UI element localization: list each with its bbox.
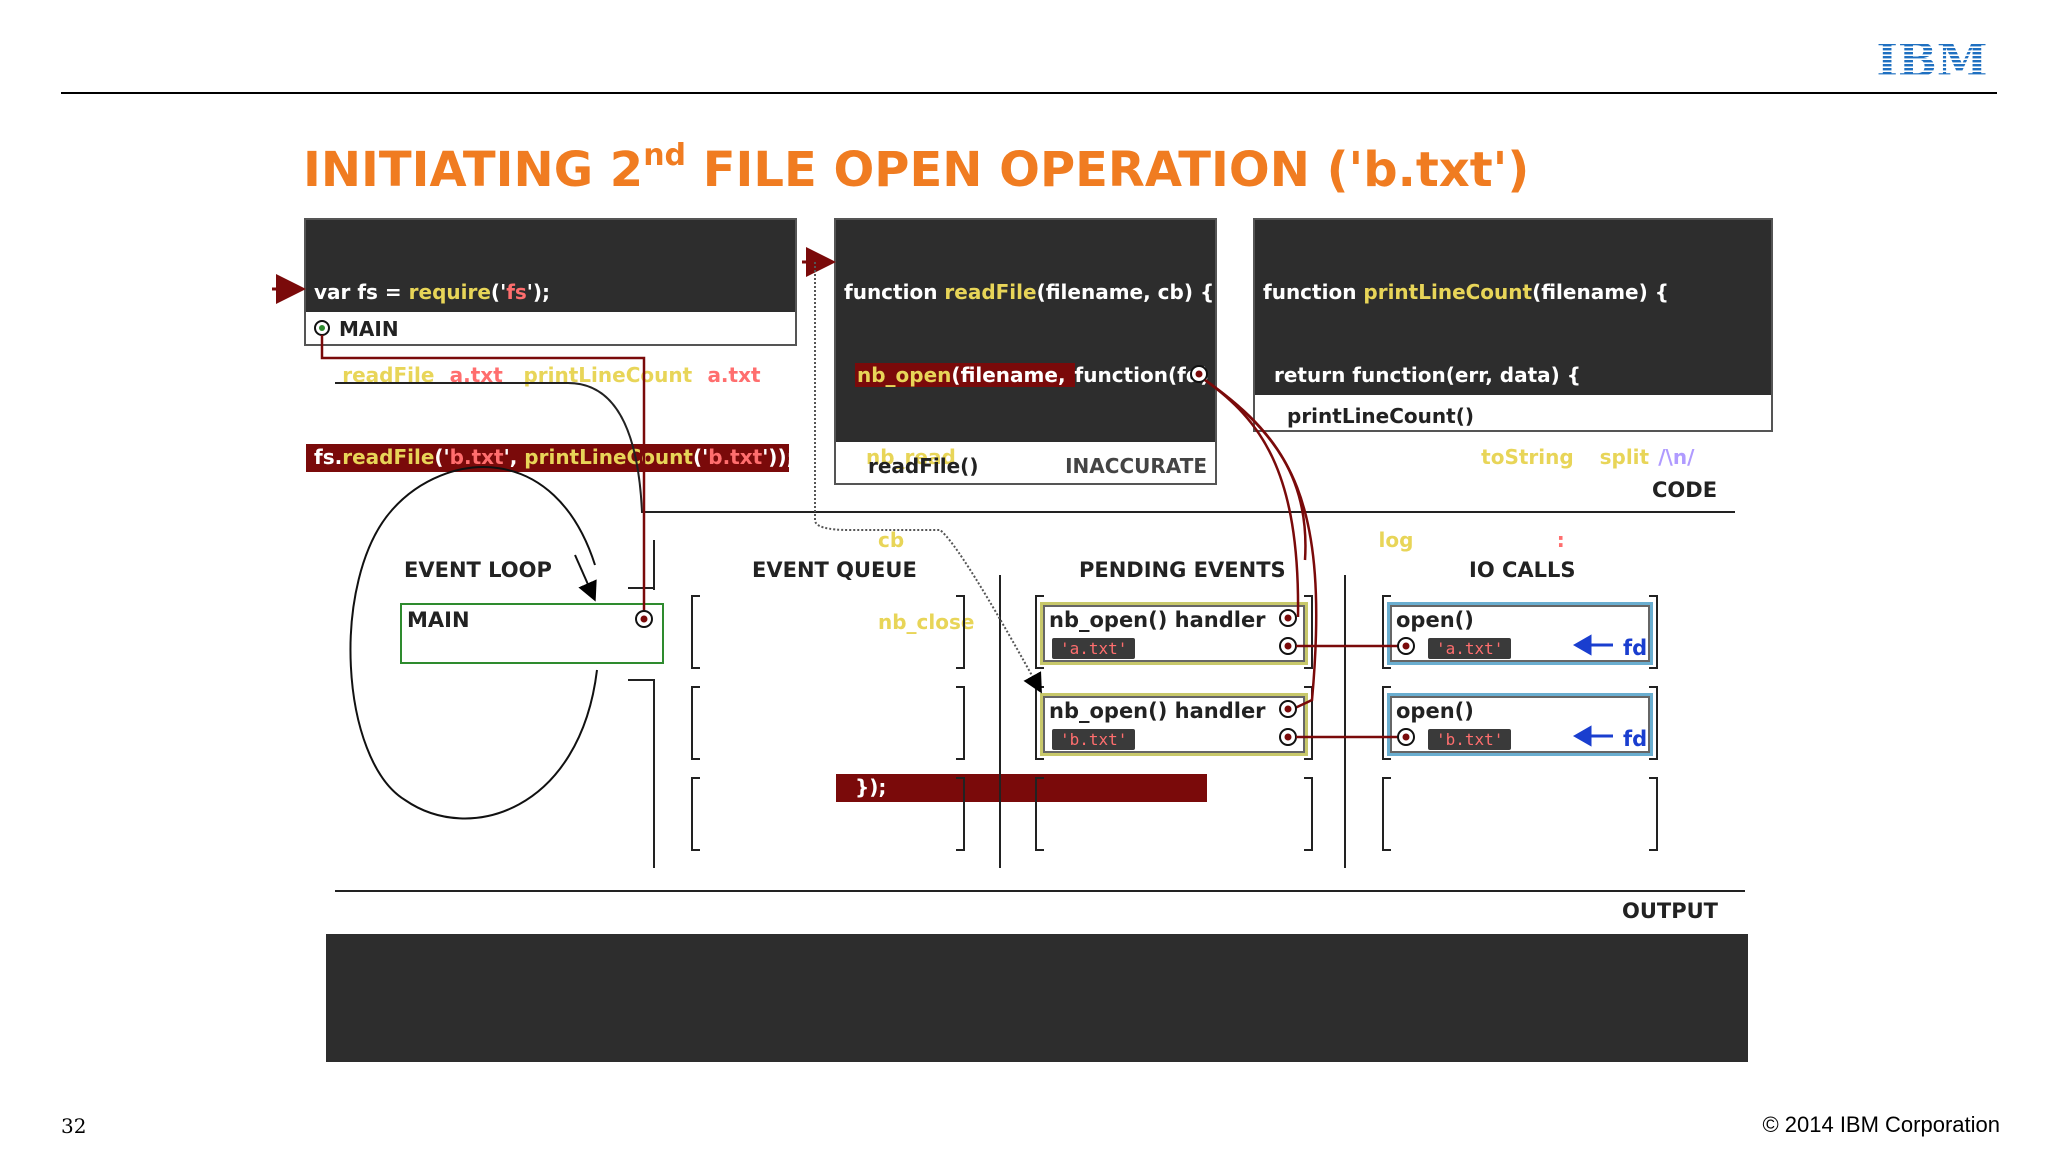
main-to-event-loop-connector [320, 335, 646, 610]
callback-to-pending-2b [1204, 378, 1307, 561]
callback-to-pending-1 [1204, 378, 1300, 618]
event-loop-arrow [574, 554, 597, 602]
pending-events-slots [1035, 595, 1313, 851]
slide: IBM INITIATING 2nd FILE OPEN OPERATION (… [0, 0, 2048, 1152]
copyright: © 2014 IBM Corporation [1762, 1112, 2000, 1137]
diagram-connectors [272, 247, 1745, 892]
readfile-to-pending-dotted [814, 262, 1042, 694]
page-number: 32 [61, 1114, 87, 1138]
pending-event-dots [1279, 609, 1297, 746]
separator-event-loop-lower [628, 679, 655, 868]
io-calls-slots [1382, 595, 1658, 851]
fd-arrows [1572, 634, 1613, 747]
event-loop-circle [349, 466, 598, 820]
event-queue-slots [691, 595, 965, 851]
io-call-dots [1397, 637, 1415, 746]
code-divider [335, 382, 1735, 513]
